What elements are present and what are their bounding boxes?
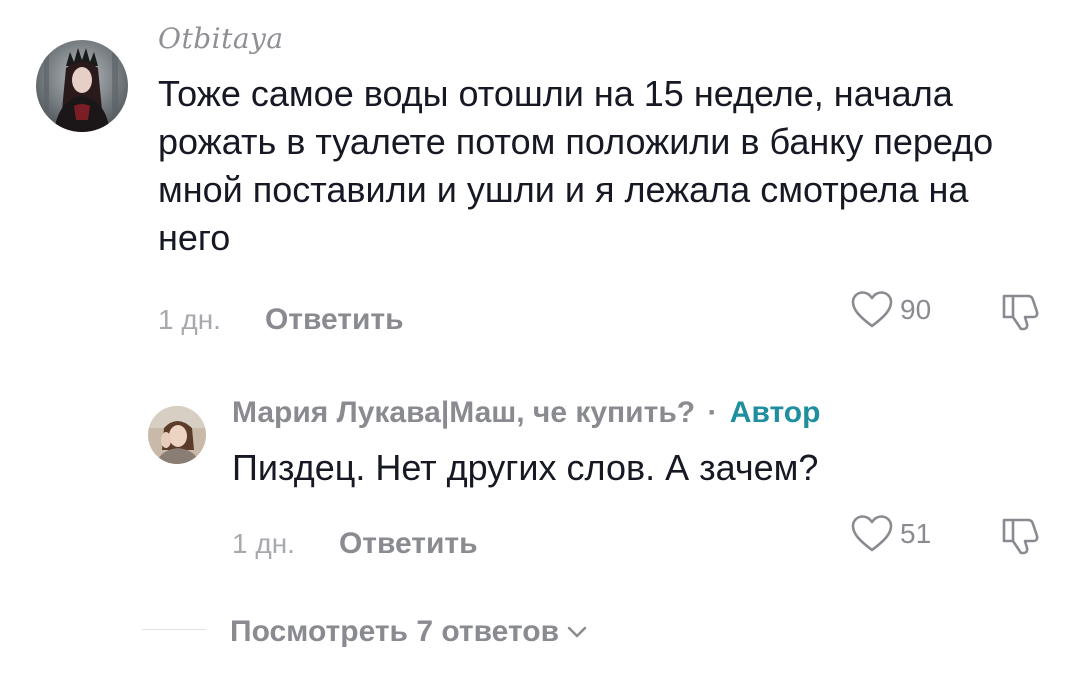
replies-divider	[142, 629, 206, 630]
reply-avatar[interactable]	[148, 406, 206, 464]
reply-username[interactable]: Мария Лукава|Маш, че купить?	[232, 396, 695, 429]
comment-like-button[interactable]: 90	[850, 290, 931, 330]
heart-icon	[851, 291, 893, 328]
reply-like-button[interactable]: 51	[850, 514, 931, 554]
chevron-down-icon	[567, 626, 587, 638]
reply-like-count: 51	[900, 518, 932, 549]
comment-time: 1 дн.	[158, 304, 221, 335]
reply-reply-button[interactable]: Ответить	[339, 527, 478, 561]
reply-time: 1 дн.	[232, 528, 295, 559]
avatar-woman-portrait-image	[148, 406, 206, 464]
view-replies-label: Посмотреть 7 ответов	[230, 615, 560, 648]
reply-header: Мария Лукава|Маш, че купить? · Автор	[232, 396, 820, 430]
heart-icon	[851, 515, 893, 552]
comment-meta: 1 дн. Ответить	[158, 300, 404, 340]
thumbs-down-icon	[1002, 518, 1039, 555]
author-badge: Автор	[729, 396, 821, 429]
reply-text: Пиздец. Нет других слов. А зачем?	[232, 447, 819, 488]
avatar-gothic-woman-image	[36, 40, 128, 132]
comment-text: Тоже самое воды отошли на 15 неделе, нач…	[158, 73, 994, 258]
comment-dislike-button[interactable]	[998, 290, 1044, 337]
comment-avatar[interactable]	[36, 40, 128, 132]
comment-like-count: 90	[900, 294, 932, 325]
comment-reply-button[interactable]: Ответить	[265, 303, 404, 337]
view-replies-button[interactable]: Посмотреть 7 ответов	[230, 612, 589, 652]
comment-username[interactable]: Otbitaya	[158, 22, 284, 55]
thumbs-down-icon	[1002, 294, 1039, 331]
reply-dislike-button[interactable]	[998, 514, 1044, 561]
reply-meta: 1 дн. Ответить	[232, 524, 478, 564]
reply-separator: ·	[707, 396, 718, 429]
